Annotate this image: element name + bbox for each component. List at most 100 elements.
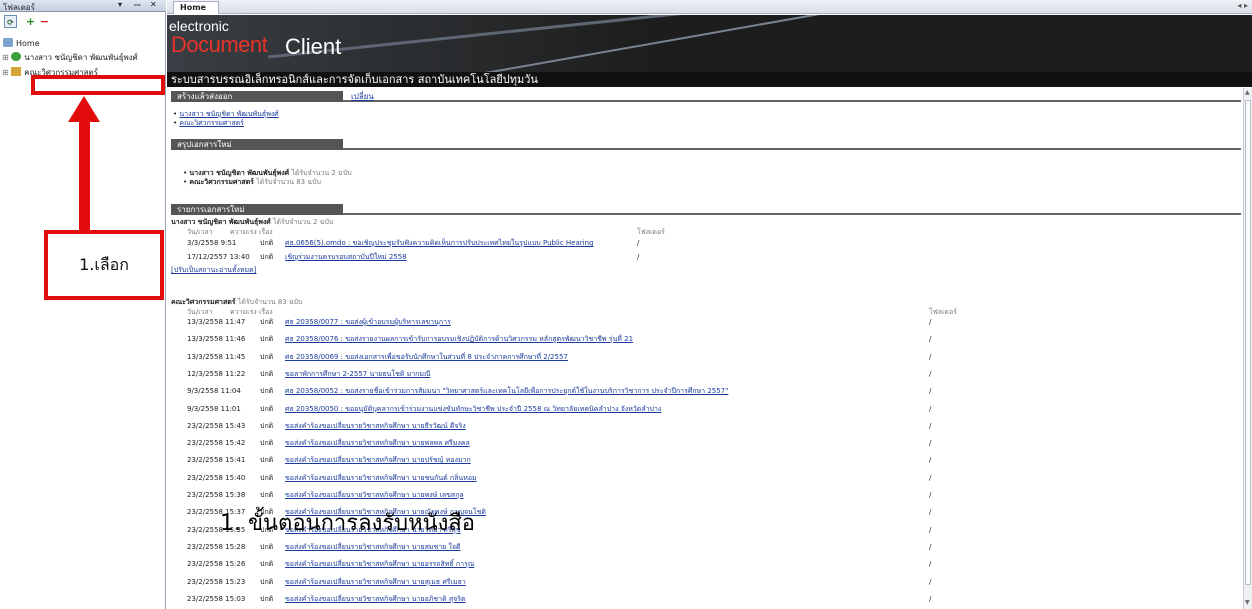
row-folder: / xyxy=(929,352,932,361)
scroll-up-icon[interactable]: ▲ xyxy=(1245,89,1250,96)
home-icon xyxy=(3,38,13,47)
row-subject-link[interactable]: ศธ.0656(5).omdo : ขอเชิญประชุมรับฟังความ… xyxy=(285,237,593,249)
row-subject-link[interactable]: เชิญร่วมงานครบรอบสถาบันปีใหม่ 2558 xyxy=(285,251,407,263)
table-row[interactable]: 3/3/2558 9:51 ปกติ ศธ.0656(5).omdo : ขอเชิ… xyxy=(167,237,1237,249)
tab-bar: Home ◂ ▸ xyxy=(167,0,1252,14)
banner-text-document: Document xyxy=(171,32,268,57)
pane-pin-icon[interactable]: ꟷ xyxy=(134,0,141,11)
table-row[interactable]: 23/2/2558 15:42 ปกติ ขอส่งคำร้องขอเปลี่ยนร… xyxy=(167,437,1237,449)
refresh-icon[interactable]: ⟳ xyxy=(4,15,17,28)
section-sent-header: สร้างแล้วส่งออก เปลี่ยน xyxy=(171,91,1241,102)
row-folder: / xyxy=(929,525,932,534)
caption: 1. ขั้นตอนการลงรับหนังสือ xyxy=(220,511,476,536)
table-row[interactable]: 12/3/2558 11:22 ปกติ ขอลาพักการศึกษา 2-255… xyxy=(167,368,1237,380)
table-row[interactable]: 23/2/2558 15:38 ปกติ ขอส่งคำร้องขอเปลี่ยนร… xyxy=(167,489,1237,501)
summary-name: คณะวิศวกรรมศาสตร์ xyxy=(189,178,254,186)
section-summary-label: สรุปเอกสารใหม่ xyxy=(171,139,343,150)
table-row[interactable]: 13/3/2558 11:47 ปกติ ศธ 20358/0077 : ขอส่ง… xyxy=(167,316,1237,328)
highlight-box xyxy=(31,75,165,95)
step-label: 1.เลือก xyxy=(44,230,164,300)
mark-all-read-link[interactable]: [ปรับเป็นสถานะอ่านทั้งหมด] xyxy=(171,264,1241,276)
row-subject-link[interactable]: ขอส่งคำร้องขอเปลี่ยนรายวิชาสหกิจศึกษา นา… xyxy=(285,437,470,449)
sent-item-link[interactable]: คณะวิศวกรรมศาสตร์ xyxy=(179,119,244,127)
group-note: ได้รับจำนวน 2 ฉบับ xyxy=(272,218,334,226)
row-subject-link[interactable]: ขอส่งคำร้องขอเปลี่ยนรายวิชาสหกิจศึกษา นา… xyxy=(285,593,466,605)
row-subject-link[interactable]: ขอส่งคำร้องขอเปลี่ยนรายวิชาสหกิจศึกษา นา… xyxy=(285,541,461,553)
row-subject-link[interactable]: ศธ 20358/0076 : ขอส่งรายงานผลการเข้ารับก… xyxy=(285,333,633,345)
row-subject-link[interactable]: ศธ 20358/0052 : ขอส่งรายชื่อเข้าร่วมการส… xyxy=(285,385,728,397)
table-row[interactable]: 23/2/2558 15:23 ปกติ ขอส่งคำร้องขอเปลี่ยนร… xyxy=(167,576,1237,588)
arrow-up-icon xyxy=(68,96,100,122)
row-folder: / xyxy=(929,456,932,465)
tree-item-user[interactable]: ⊞ นางสาว ชนัญชิดา พัฒนพันธุ์พงศ์ xyxy=(2,52,138,64)
scroll-thumb[interactable] xyxy=(1245,100,1251,585)
table-row[interactable]: 9/3/2558 11:04 ปกติ ศธ 20358/0052 : ขอส่งร… xyxy=(167,385,1237,397)
row-subject-link[interactable]: ขอส่งคำร้องขอเปลี่ยนรายวิชาสหกิจศึกษา นา… xyxy=(285,489,464,501)
pane-close-icon[interactable]: ✕ xyxy=(150,0,157,9)
row-folder: / xyxy=(929,560,932,569)
row-folder: / xyxy=(929,508,932,517)
row-subject-link[interactable]: ศธ 20358/0077 : ขอส่งผู้เข้าอบรมผู้บริหา… xyxy=(285,316,451,328)
change-link[interactable]: เปลี่ยน xyxy=(351,91,374,102)
system-title: ระบบสารบรรณอิเล็กทรอนิกส์และการจัดเก็บเอ… xyxy=(167,72,1252,87)
summary-note: ได้รับจำนวน 83 ฉบับ xyxy=(256,178,321,186)
row-subject-link[interactable]: ขอส่งคำร้องขอเปลี่ยนรายวิชาสหกิจศึกษา นา… xyxy=(285,420,466,432)
pane-menu-icon[interactable]: ▾ xyxy=(118,0,122,9)
row-folder: / xyxy=(637,239,640,247)
tree-item-home[interactable]: Home xyxy=(3,38,40,50)
row-folder: / xyxy=(929,542,932,551)
add-folder-button[interactable]: + xyxy=(24,15,37,28)
group-name: นางสาว ชนัญชิดา พัฒนพันธุ์พงศ์ xyxy=(171,218,271,226)
row-folder: / xyxy=(929,335,932,344)
row-subject-link[interactable]: ขอส่งคำร้องขอเปลี่ยนรายวิชาสหกิจศึกษา นา… xyxy=(285,558,474,570)
folder-icon xyxy=(11,67,22,76)
table-row[interactable]: 13/3/2558 11:45 ปกติ ศธ 20358/0069 : ขอส่ง… xyxy=(167,351,1237,363)
row-subject-link[interactable]: ขอส่งคำร้องขอเปลี่ยนรายวิชาสหกิจศึกษา นา… xyxy=(285,472,477,484)
sent-item-link[interactable]: นางสาว ชนัญชิดา พัฒนพันธุ์พงศ์ xyxy=(179,110,278,118)
folder-pane-titlebar: โฟลเดอร์ ▾ ꟷ ✕ xyxy=(0,0,166,12)
table-row[interactable]: 23/2/2558 15:26 ปกติ ขอส่งคำร้องขอเปลี่ยนร… xyxy=(167,558,1237,570)
tree-item-label: นางสาว ชนัญชิดา พัฒนพันธุ์พงศ์ xyxy=(24,53,138,62)
section-new-docs-header: รายการเอกสารใหม่ xyxy=(171,204,1241,215)
group-note: ได้รับจำนวน 83 ฉบับ xyxy=(237,298,303,306)
table-row[interactable]: 23/2/2558 15:43 ปกติ ขอส่งคำร้องขอเปลี่ยนร… xyxy=(167,420,1237,432)
banner-text-client: Client xyxy=(285,34,342,59)
table-row[interactable]: 23/2/2558 15:03 ปกติ ขอส่งคำร้องขอเปลี่ยนร… xyxy=(167,593,1237,605)
row-subject-link[interactable]: ศธ 20358/0050 : ขออนุมัติบุคลากรเข้าร่วม… xyxy=(285,403,661,415)
row-subject-link[interactable]: ขอส่งคำร้องขอเปลี่ยนรายวิชาสหกิจศึกษา นา… xyxy=(285,576,466,588)
vertical-scrollbar[interactable]: ▲ ▼ xyxy=(1243,88,1252,609)
row-subject-link[interactable]: ขอลาพักการศึกษา 2-2557 นายธนโชติ มากมณี xyxy=(285,368,431,380)
row-folder: / xyxy=(929,577,932,586)
list-item[interactable]: • คณะวิศวกรรมศาสตร์ xyxy=(173,118,244,129)
row-folder: / xyxy=(929,439,932,448)
row-folder: / xyxy=(637,253,640,261)
table-row[interactable]: 13/3/2558 11:46 ปกติ ศธ 20358/0076 : ขอส่ง… xyxy=(167,333,1237,345)
row-folder: / xyxy=(929,387,932,396)
arrow-shaft xyxy=(79,120,90,230)
table-row[interactable]: 23/2/2558 15:41 ปกติ ขอส่งคำร้องขอเปลี่ยนร… xyxy=(167,454,1237,466)
app-banner: electronic Document Client xyxy=(167,15,1252,72)
summary-note: ได้รับจำนวน 2 ฉบับ xyxy=(291,169,352,177)
section-sent-label: สร้างแล้วส่งออก xyxy=(171,91,343,102)
table-row[interactable]: 17/12/2557 13:40 ปกติ เชิญร่วมงานครบรอบสถา… xyxy=(167,251,1237,263)
tree-item-label: Home xyxy=(16,39,40,48)
table-row[interactable]: 23/2/2558 15:40 ปกติ ขอส่งคำร้องขอเปลี่ยนร… xyxy=(167,472,1237,484)
row-folder: / xyxy=(929,491,932,499)
row-folder: / xyxy=(929,404,932,413)
row-subject-link[interactable]: ขอส่งคำร้องขอเปลี่ยนรายวิชาสหกิจศึกษา นา… xyxy=(285,454,471,466)
row-folder: / xyxy=(929,473,932,482)
mark-all-read-text[interactable]: [ปรับเป็นสถานะอ่านทั้งหมด] xyxy=(171,266,256,274)
group-name: คณะวิศวกรรมศาสตร์ xyxy=(171,298,236,306)
tab-home[interactable]: Home xyxy=(173,1,219,14)
row-folder: / xyxy=(929,369,932,378)
remove-folder-button[interactable]: − xyxy=(38,15,51,28)
row-subject-link[interactable]: ศธ 20358/0069 : ขอส่งเอกสารเพื่อขอรับนัก… xyxy=(285,351,568,363)
summary-name: นางสาว ชนัญชิดา พัฒนพันธุ์พงศ์ xyxy=(189,169,290,177)
table-row[interactable]: 23/2/2558 15:28 ปกติ ขอส่งคำร้องขอเปลี่ยนร… xyxy=(167,541,1237,553)
table-row[interactable]: 9/3/2558 11:01 ปกติ ศธ 20358/0050 : ขออนุม… xyxy=(167,403,1237,415)
row-folder: / xyxy=(929,318,932,326)
tab-nav-arrows[interactable]: ◂ ▸ xyxy=(1237,1,1248,10)
section-new-docs-label: รายการเอกสารใหม่ xyxy=(171,204,343,215)
row-folder: / xyxy=(929,421,932,430)
scroll-down-icon[interactable]: ▼ xyxy=(1245,599,1250,606)
